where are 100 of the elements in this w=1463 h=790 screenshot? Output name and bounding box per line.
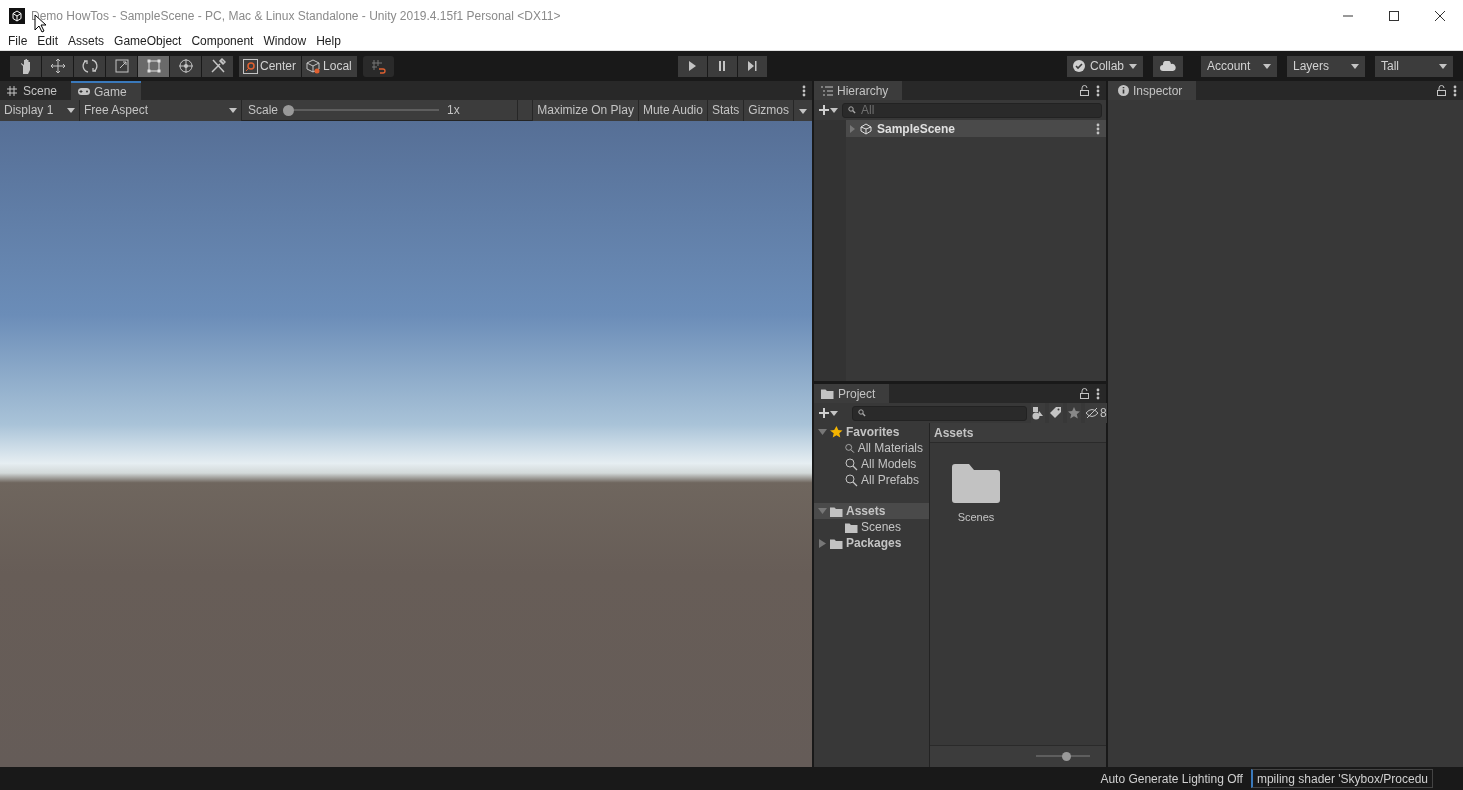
pivot-center-icon [243,58,258,74]
account-dropdown[interactable]: Account [1201,55,1277,77]
transform-tool-button[interactable] [170,55,201,77]
gizmos-button[interactable]: Gizmos [743,99,793,121]
pivot-local-button[interactable]: Local [302,55,357,77]
scale-tool-button[interactable] [106,55,137,77]
list-icon [821,85,833,96]
search-field[interactable] [852,405,1027,421]
step-icon [746,60,759,72]
tree-item[interactable]: Packages [814,535,929,551]
add-dropdown[interactable] [818,104,838,116]
progress-message: mpiling shader 'Skybox/Procedu [1250,769,1433,788]
rotate-icon [81,58,98,74]
scale-value: 1x [447,103,460,117]
expanded-arrow-icon[interactable] [818,427,827,437]
tree-item[interactable]: Favorites [814,424,929,440]
caret-icon [1439,63,1447,69]
search-field[interactable]: All [842,102,1102,118]
tree-item[interactable]: All Prefabs [814,472,929,488]
tree-item[interactable]: All Models [814,456,929,472]
search-icon [845,441,855,455]
collapsed-arrow-icon[interactable] [818,538,827,548]
play-button[interactable] [677,55,707,77]
check-icon [1072,60,1085,72]
gamepad-icon [78,86,91,97]
move-icon [49,58,66,74]
hidden-packages-button[interactable]: 8 [1085,403,1107,423]
lock-icon[interactable] [1436,85,1447,96]
panel-tab[interactable]: Hierarchy [814,81,903,100]
layout-dropdown[interactable]: Tall [1375,55,1453,77]
tree-item[interactable]: Scenes [814,519,929,535]
caret-icon [1129,63,1137,69]
pivot-center-button[interactable]: Center [239,55,302,77]
panel-tab[interactable]: Project [814,384,890,403]
gizmos-dropdown[interactable] [793,99,812,121]
filter-type-icon [1031,406,1045,420]
info-icon [1118,85,1129,96]
cloud-button[interactable] [1153,55,1183,77]
breadcrumb: Assets [930,423,1106,443]
folder-icon [830,537,843,549]
pivot-local-icon [306,58,322,74]
caret-icon [67,107,75,113]
hand-tool-button[interactable] [10,55,41,77]
rect-tool-button[interactable] [138,55,169,77]
caret-icon [830,107,838,113]
folder-icon [821,388,834,399]
hierarchy-row[interactable]: SampleScene [846,120,1106,137]
grid-snap-button[interactable] [362,55,394,77]
step-button[interactable] [737,55,767,77]
unity-logo-icon [9,7,25,24]
collab-dropdown[interactable]: Collab [1066,55,1143,77]
lock-icon[interactable] [1079,388,1090,399]
window-title: Demo HowTos - SampleScene - PC, Mac & Linux Standalone - Unity 2019.4.15f1 Personal <DX11> [31,8,562,23]
grid-icon [7,85,19,96]
more-options-icon[interactable] [1096,387,1100,400]
lighting-status: Auto Generate Lighting Off [1100,771,1243,786]
cloud-icon [1160,61,1176,71]
rect-icon [145,58,162,74]
menu-item[interactable]: Help [311,33,346,48]
tree-item[interactable]: All Materials [814,440,929,456]
more-options-icon[interactable] [1453,84,1457,97]
lock-icon[interactable] [1079,85,1090,96]
label-tag-icon [1049,406,1063,420]
slider-thumb[interactable] [1061,752,1071,761]
plus-icon [818,407,830,419]
panel-tab[interactable]: Inspector [1108,81,1197,100]
layers-dropdown[interactable]: Layers [1287,55,1365,77]
star-icon [830,426,843,438]
rotate-tool-button[interactable] [74,55,105,77]
more-options-icon[interactable] [1096,84,1100,97]
aspect-dropdown[interactable]: Free Aspect [80,99,242,121]
panel-tab[interactable]: Game [71,81,141,100]
folder-icon [845,521,858,533]
toggle-button[interactable]: Maximize On Play [532,99,638,121]
menu-item[interactable]: Assets [63,33,110,48]
tree-item[interactable]: Assets [814,503,929,519]
search-icon [848,105,857,115]
search-icon [845,473,858,487]
unity-logo-icon [859,122,873,135]
asset-item[interactable]: Scenes [950,463,1002,745]
menu-item[interactable]: Window [258,33,312,48]
pause-button[interactable] [707,55,737,77]
wrench-icon [209,58,226,74]
move-tool-button[interactable] [42,55,73,77]
close-icon [1435,10,1445,21]
wrench-tool-button[interactable] [202,55,233,77]
menu-item[interactable]: Edit [32,33,64,48]
favorite-star-button[interactable] [1067,403,1081,423]
scale-icon [113,58,130,74]
menu-item[interactable]: Component [186,33,259,48]
more-options-icon[interactable] [802,84,806,97]
add-dropdown[interactable] [818,407,838,419]
slider-thumb[interactable] [283,104,295,116]
menu-item[interactable]: GameObject [109,33,187,48]
caret-icon [1351,63,1359,69]
display-dropdown[interactable]: Display 1 [0,99,80,121]
filter-type-button[interactable] [1031,403,1045,423]
label-tag-button[interactable] [1049,403,1063,423]
more-options-icon[interactable] [1096,122,1100,135]
menu-item[interactable]: File [3,33,33,48]
